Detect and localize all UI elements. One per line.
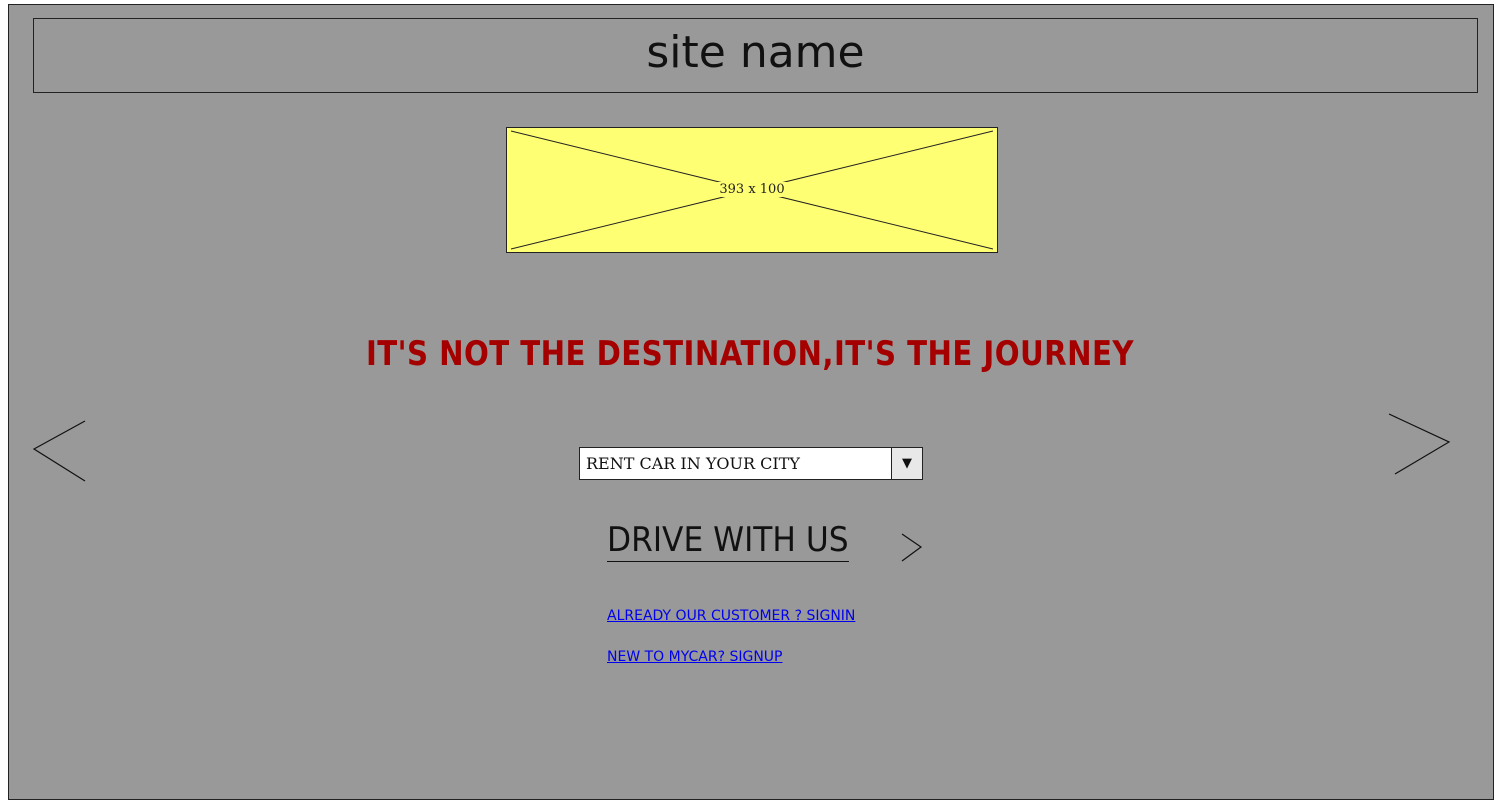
tagline: IT'S NOT THE DESTINATION,IT'S THE JOURNE… — [365, 334, 1135, 374]
page-canvas — [8, 4, 1494, 800]
site-name: site name — [646, 27, 865, 78]
hero-image-placeholder: 393 x 100 — [506, 127, 998, 253]
signup-link[interactable]: NEW TO MYCAR? SIGNUP — [607, 649, 783, 665]
drive-with-us-button[interactable]: DRIVE WITH US — [607, 519, 923, 562]
chevron-right-icon — [901, 533, 923, 562]
dropdown-arrow-icon[interactable]: ▼ — [891, 448, 922, 479]
carousel-prev-chevron-left-icon[interactable] — [30, 418, 90, 484]
city-select-value: RENT CAR IN YOUR CITY — [586, 454, 800, 473]
site-header: site name — [33, 18, 1478, 93]
carousel-next-chevron-right-icon[interactable] — [1386, 411, 1454, 477]
drive-with-us-label: DRIVE WITH US — [607, 520, 849, 562]
placeholder-size-label: 393 x 100 — [717, 182, 787, 197]
city-select[interactable]: RENT CAR IN YOUR CITY ▼ — [579, 447, 923, 480]
signin-link[interactable]: ALREADY OUR CUSTOMER ? SIGNIN — [607, 608, 855, 624]
